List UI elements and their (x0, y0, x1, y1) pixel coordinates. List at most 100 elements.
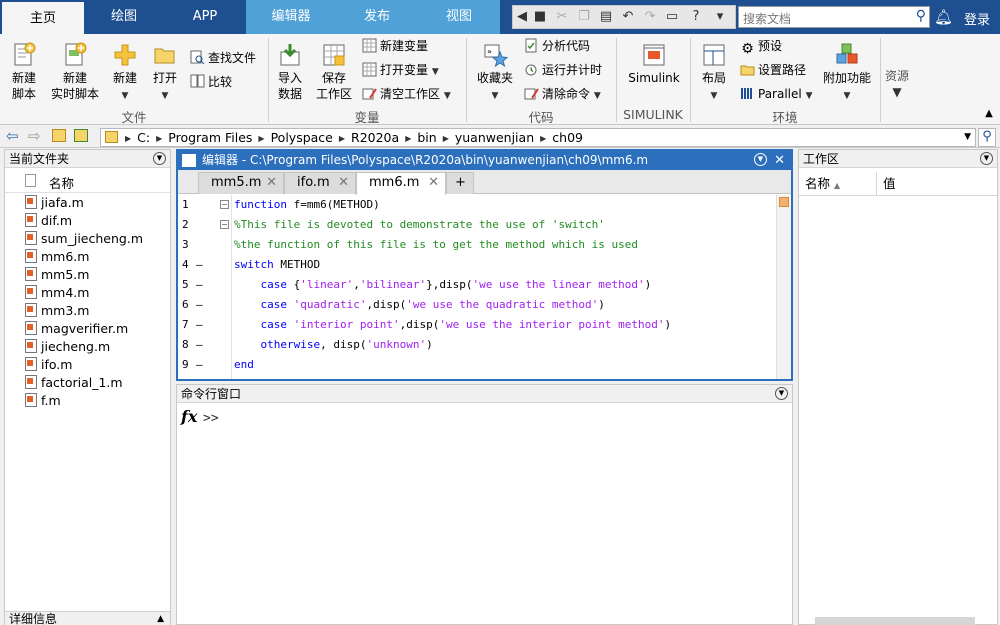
clear-workspace-dropdown-icon[interactable]: ▼ (444, 91, 451, 101)
file-item[interactable]: mm5.m (25, 266, 89, 284)
import-data-button[interactable]: 导入 数据 (274, 42, 306, 102)
details-header[interactable]: 详细信息 ▲ (5, 611, 170, 625)
workspace-scrollbar[interactable] (815, 617, 975, 625)
breadcrumb-item[interactable]: C: (137, 129, 150, 146)
file-item[interactable]: f.m (25, 392, 61, 410)
function-browser-icon[interactable]: fx (181, 407, 197, 426)
new-script-button[interactable]: 新建 脚本 (6, 42, 42, 102)
compare-button[interactable]: 比较 (190, 72, 232, 92)
close-tab-icon[interactable]: ✕ (338, 173, 349, 193)
file-item[interactable]: magverifier.m (25, 320, 128, 338)
login-link[interactable]: 登录 (964, 9, 990, 28)
current-folder-path[interactable]: ▶ C: ▶ Program Files ▶ Polyspace ▶ R2020a ▶ bin ▶ y… (100, 128, 976, 147)
column-header[interactable]: 名称 (5, 169, 170, 193)
file-item[interactable]: mm3.m (25, 302, 89, 320)
command-prompt[interactable]: >> (203, 411, 219, 426)
redo-icon[interactable]: ↷ (641, 8, 659, 26)
simulink-button[interactable]: Simulink (626, 42, 682, 86)
file-item[interactable]: sum_jiecheng.m (25, 230, 143, 248)
code-analyzer-indicator[interactable] (779, 197, 789, 207)
tab-view[interactable]: 视图 (418, 0, 500, 34)
expand-details-icon[interactable]: ▲ (157, 612, 164, 625)
file-item[interactable]: mm4.m (25, 284, 89, 302)
analyze-code-button[interactable]: 分析代码 (524, 36, 590, 56)
tab-publish[interactable]: 发布 (336, 0, 418, 34)
copy-icon[interactable]: ❐ (575, 8, 593, 26)
panel-menu-icon[interactable]: ▼ (980, 152, 993, 165)
run-and-time-button[interactable]: 运行并计时 (524, 60, 602, 80)
new-button[interactable]: 新建 ▼ (108, 42, 142, 104)
paste-icon[interactable]: ▤ (597, 8, 615, 26)
editor-menu-icon[interactable]: ▼ (754, 153, 767, 166)
workspace-value-column[interactable]: 值 (877, 172, 997, 196)
tab-mm5[interactable]: mm5.m ✕ (198, 172, 284, 194)
resources-dropdown-icon[interactable]: ▼ (892, 85, 901, 99)
clear-commands-button[interactable]: 清除命令 ▼ (524, 84, 601, 104)
tab-apps[interactable]: APP (164, 0, 246, 34)
layout-dropdown-icon[interactable]: ▼ (711, 91, 718, 101)
tab-home[interactable]: 主页 (2, 0, 84, 34)
add-tab-button[interactable]: + (446, 172, 474, 194)
close-tab-icon[interactable]: ✕ (428, 173, 439, 193)
forward-arrow-icon[interactable]: ⇨ (28, 127, 41, 145)
clear-workspace-button[interactable]: 清空工作区 ▼ (362, 84, 451, 104)
workspace-name-column[interactable]: 名称 ▲ (799, 172, 877, 196)
browse-folder-icon[interactable] (74, 129, 88, 142)
new-variable-button[interactable]: 新建变量 (362, 36, 428, 56)
new-live-script-button[interactable]: 新建 实时脚本 (48, 42, 102, 102)
new-dropdown-icon[interactable]: ▼ (122, 91, 129, 101)
file-item[interactable]: ifo.m (25, 356, 72, 374)
save-workspace-button[interactable]: 保存 工作区 (314, 42, 354, 102)
open-button[interactable]: 打开 ▼ (148, 42, 182, 104)
set-path-button[interactable]: 设置路径 (740, 60, 806, 80)
undo-icon[interactable]: ↶ (619, 8, 637, 26)
breadcrumb-item[interactable]: Program Files (168, 129, 252, 146)
close-editor-icon[interactable]: ✕ (774, 151, 785, 170)
clear-commands-dropdown-icon[interactable]: ▼ (594, 91, 601, 101)
breadcrumb-item[interactable]: Polyspace (271, 129, 333, 146)
collapse-ribbon-icon[interactable]: ▲ (982, 106, 996, 122)
open-variable-dropdown-icon[interactable]: ▼ (432, 67, 439, 77)
search-input[interactable]: 搜索文档 ⚲ (738, 6, 930, 28)
file-item[interactable]: mm6.m (25, 248, 89, 266)
panel-menu-icon[interactable]: ▼ (153, 152, 166, 165)
favorites-dropdown-icon[interactable]: ▼ (492, 91, 499, 101)
breadcrumb-item[interactable]: bin (417, 129, 436, 146)
favorites-button[interactable]: » 收藏夹 ▼ (474, 42, 516, 104)
breadcrumb-item[interactable]: R2020a (351, 129, 399, 146)
code-area[interactable]: function f=mm6(METHOD) %This file is devo… (178, 195, 776, 379)
save-icon[interactable]: ■ (531, 8, 549, 26)
open-variable-button[interactable]: 打开变量 ▼ (362, 60, 439, 80)
preferences-button[interactable]: ⚙ 预设 (740, 36, 782, 57)
panel-menu-icon[interactable]: ▼ (775, 387, 788, 400)
close-tab-icon[interactable]: ✕ (266, 173, 277, 193)
add-ons-dropdown-icon[interactable]: ▼ (844, 91, 851, 101)
up-folder-icon[interactable] (52, 129, 66, 142)
file-item[interactable]: factorial_1.m (25, 374, 123, 392)
collapse-left-icon[interactable]: ◀ (513, 8, 531, 26)
editor-scrollbar[interactable] (776, 195, 791, 379)
customize-dropdown-icon[interactable]: ▾ (711, 8, 729, 26)
add-ons-button[interactable]: 附加功能 ▼ (818, 42, 876, 104)
help-icon[interactable]: ? (687, 8, 705, 26)
path-dropdown-icon[interactable]: ▼ (964, 129, 971, 146)
breadcrumb-item[interactable]: yuanwenjian (455, 129, 534, 146)
switch-windows-icon[interactable]: ▭ (663, 8, 681, 26)
tab-ifo[interactable]: ifo.m ✕ (284, 172, 356, 194)
find-files-button[interactable]: 查找文件 (190, 48, 256, 68)
notification-bell-icon[interactable]: 🔔︎ (934, 8, 953, 26)
back-arrow-icon[interactable]: ⇦ (6, 127, 19, 145)
cut-icon[interactable]: ✂ (553, 8, 571, 26)
file-item[interactable]: jiafa.m (25, 194, 84, 212)
breadcrumb-item[interactable]: ch09 (552, 129, 583, 146)
tab-plots[interactable]: 绘图 (84, 0, 164, 34)
layout-button[interactable]: 布局 ▼ (698, 42, 730, 104)
parallel-button[interactable]: Parallel ▼ (740, 84, 812, 104)
tab-editor[interactable]: 编辑器 (246, 0, 336, 34)
search-icon[interactable]: ⚲ (916, 8, 926, 24)
resources-button[interactable]: 资源 ▼ (884, 68, 910, 100)
open-dropdown-icon[interactable]: ▼ (162, 91, 169, 101)
tab-mm6[interactable]: mm6.m ✕ (356, 172, 446, 195)
file-item[interactable]: jiecheng.m (25, 338, 110, 356)
path-search-icon[interactable]: ⚲ (978, 128, 996, 147)
